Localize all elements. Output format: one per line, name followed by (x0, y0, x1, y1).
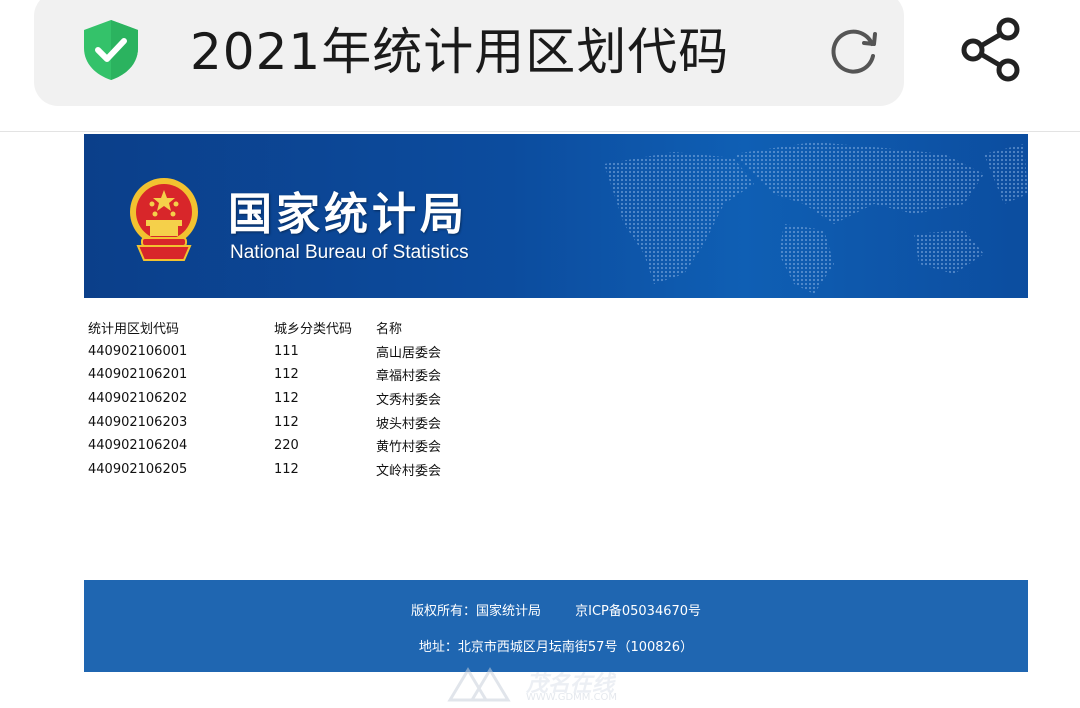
table-row: 440902106205 112 文岭村委会 (88, 458, 496, 482)
cell-urban-rural-code: 220 (274, 438, 299, 454)
icp-link[interactable]: 京ICP备05034670号 (575, 604, 701, 619)
cell-division-code[interactable]: 440902106001 (88, 340, 274, 364)
watermark: 茂名在线 WWW.GDMM.COM (446, 664, 646, 708)
national-emblem-icon (128, 176, 200, 262)
site-banner: 国家统计局 National Bureau of Statistics (84, 134, 1028, 298)
cell-division-code[interactable]: 440902106202 (88, 387, 274, 411)
reload-icon[interactable] (826, 22, 882, 78)
cell-division-code[interactable]: 440902106204 (88, 434, 274, 458)
shield-check-icon[interactable] (80, 18, 142, 82)
table-row: 440902106201 112 章福村委会 (88, 363, 496, 387)
cell-name: 文岭村委会 (376, 463, 442, 479)
cell-urban-rural-code: 112 (274, 414, 299, 430)
watermark-logo-icon (447, 667, 511, 702)
cell-urban-rural-code: 112 (274, 461, 299, 477)
cell-division-code[interactable]: 440902106205 (88, 458, 274, 482)
cell-name: 黄竹村委会 (376, 440, 442, 456)
copyright-text: 版权所有：国家统计局 (410, 604, 541, 619)
cell-urban-rural-code: 111 (274, 343, 299, 359)
org-name-en: National Bureau of Statistics (230, 242, 469, 263)
header-urban-rural-code: 城乡分类代码 (274, 322, 353, 338)
cell-urban-rural-code: 112 (274, 367, 299, 383)
cell-urban-rural-code: 112 (274, 391, 299, 407)
table-row: 440902106203 112 坡头村委会 (88, 410, 496, 434)
page-title[interactable]: 2021年统计用区划代码 (190, 22, 729, 82)
header-division-code: 统计用区划代码 (88, 322, 180, 338)
browser-toolbar: 2021年统计用区划代码 (0, 0, 1080, 132)
table-row: 440902106204 220 黄竹村委会 (88, 434, 496, 458)
site-footer: 版权所有：国家统计局 京ICP备05034670号 地址：北京市西城区月坛南街5… (84, 580, 1028, 672)
table-row: 440902106001 111 高山居委会 (88, 340, 496, 364)
footer-address: 地址：北京市西城区月坛南街57号（100826） (418, 640, 694, 655)
watermark-url: WWW.GDMM.COM (526, 692, 618, 703)
table-header-row: 统计用区划代码 城乡分类代码 名称 (88, 316, 496, 340)
cell-name: 高山居委会 (376, 345, 442, 361)
header-name: 名称 (376, 322, 403, 338)
footer-copyright-line: 版权所有：国家统计局 京ICP备05034670号 (84, 600, 1028, 619)
cell-division-code[interactable]: 440902106203 (88, 410, 274, 434)
cell-name: 章福村委会 (376, 369, 442, 385)
table-row: 440902106202 112 文秀村委会 (88, 387, 496, 411)
org-name-cn: 国家统计局 (228, 189, 468, 240)
division-code-table: 统计用区划代码 城乡分类代码 名称 440902106001 111 高山居委会… (88, 316, 496, 481)
share-icon[interactable] (958, 14, 1024, 84)
cell-name: 文秀村委会 (376, 393, 442, 409)
world-map-graphic (604, 142, 1028, 294)
cell-division-code[interactable]: 440902106201 (88, 363, 274, 387)
cell-name: 坡头村委会 (376, 416, 442, 432)
